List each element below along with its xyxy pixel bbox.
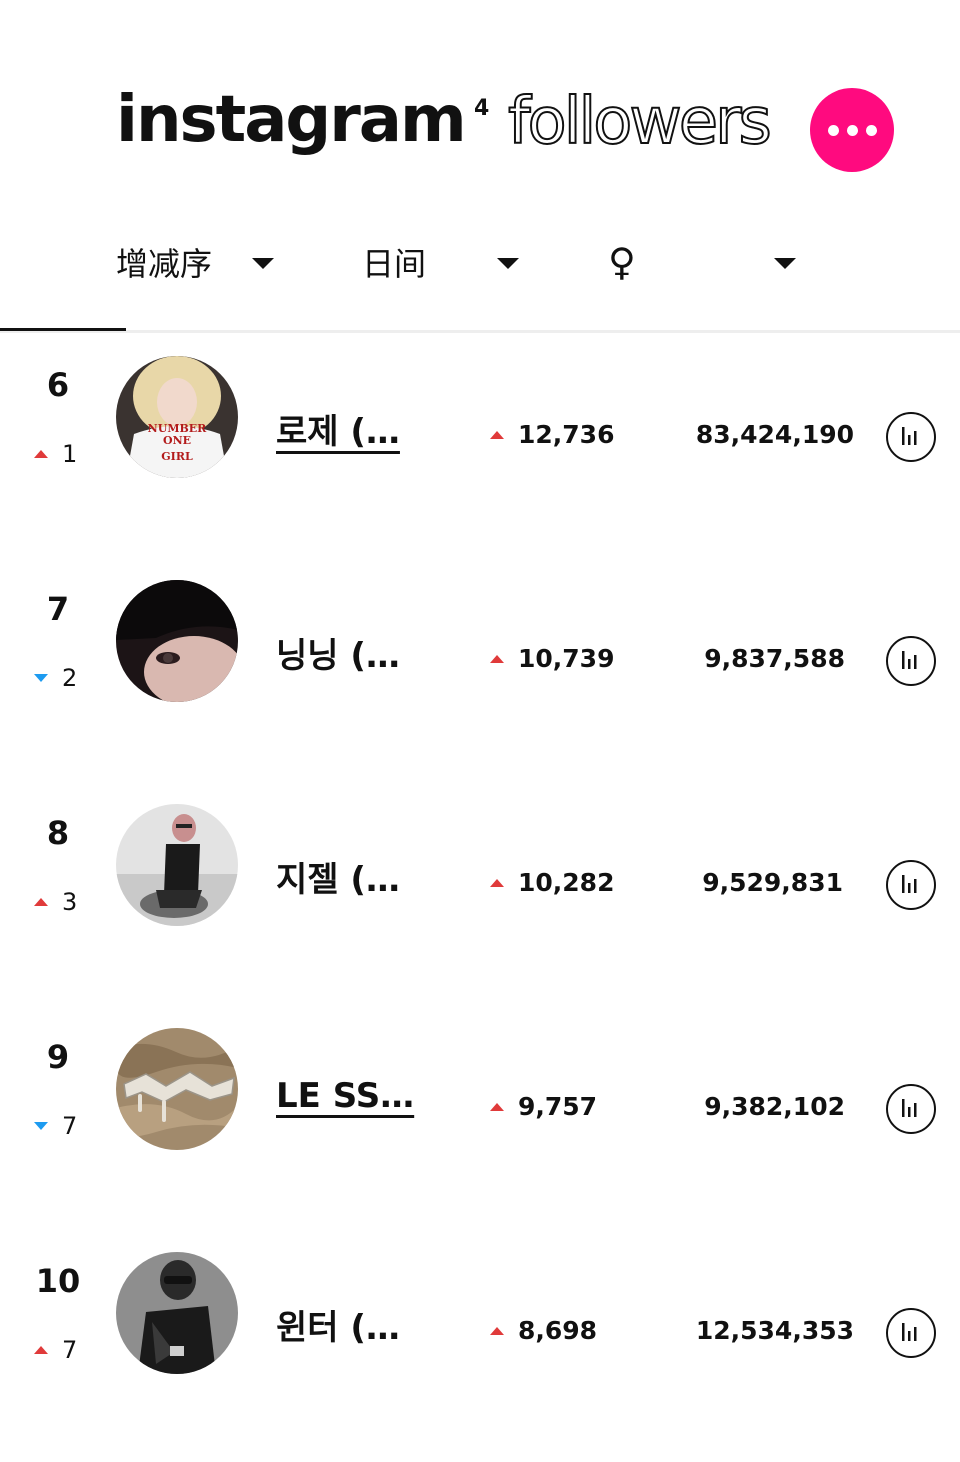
period-label: 日间 <box>362 245 427 283</box>
rank-down-icon <box>34 674 48 682</box>
rank-down-icon <box>34 1122 48 1130</box>
gain-up-icon <box>490 1102 504 1111</box>
chart-button[interactable] <box>886 860 936 910</box>
rank-number: 8 <box>46 814 70 852</box>
gain-value: 10,739 <box>518 644 615 673</box>
follower-gain: 10,739 <box>490 644 614 673</box>
more-options-button[interactable] <box>810 88 894 172</box>
brand-logo[interactable]: instagram <box>116 88 467 152</box>
follower-gain: 9,757 <box>490 1092 597 1121</box>
follower-total: 9,382,102 <box>704 1092 845 1121</box>
rank-up-icon <box>34 1346 48 1354</box>
more-dots-icon <box>865 124 877 136</box>
rank-number: 6 <box>46 366 70 404</box>
rank-change-value: 1 <box>62 440 78 468</box>
rank-change-value: 3 <box>62 888 78 916</box>
avatar[interactable] <box>116 804 238 926</box>
chart-button[interactable] <box>886 1308 936 1358</box>
chart-button[interactable] <box>886 412 936 462</box>
chart-button[interactable] <box>886 636 936 686</box>
ranking-row[interactable]: 9 7 LE SS… 9,757 9,382,102 <box>0 1028 960 1254</box>
gain-up-icon <box>490 878 504 887</box>
sort-order-label: 增减序 <box>116 245 213 283</box>
bar-chart-icon <box>902 427 917 445</box>
account-name-link[interactable]: LE SS… <box>276 1076 414 1116</box>
follower-total: 12,534,353 <box>695 1316 854 1345</box>
ranking-row[interactable]: 8 3 지젤 (… 10,282 9,529,831 <box>0 804 960 1030</box>
gender-filter[interactable]: ♀ <box>608 230 636 294</box>
ranking-row[interactable]: 7 2 닝닝 (… 10,739 9,837,588 <box>0 580 960 806</box>
brand-superscript: 4 <box>474 96 490 121</box>
active-tab-indicator <box>0 328 126 331</box>
sort-order-filter[interactable]: 增减序 <box>116 230 212 294</box>
follower-gain: 10,282 <box>490 868 614 897</box>
chevron-down-icon[interactable] <box>252 258 274 269</box>
avatar[interactable] <box>116 580 238 702</box>
rank-change: 7 <box>34 1112 88 1140</box>
header: instagram 4 followers <box>0 0 960 200</box>
account-name[interactable]: 윈터 (… <box>276 1300 400 1349</box>
follower-gain: 8,698 <box>490 1316 597 1345</box>
follower-gain: 12,736 <box>490 420 614 449</box>
rank-change-value: 7 <box>62 1336 78 1364</box>
rank-change: 1 <box>34 440 88 468</box>
follower-total: 83,424,190 <box>695 420 854 449</box>
shirt-text: ONE <box>163 434 191 447</box>
period-filter[interactable]: 日间 <box>362 230 426 294</box>
rank-number: 7 <box>46 590 70 628</box>
rank-up-icon <box>34 898 48 906</box>
filter-divider <box>0 330 960 333</box>
account-name[interactable]: 지젤 (… <box>276 852 400 901</box>
rank-change-value: 7 <box>62 1112 78 1140</box>
account-name[interactable]: 닝닝 (… <box>276 628 400 677</box>
avatar[interactable]: NUMBER ONE GIRL <box>116 356 238 478</box>
rank-number: 10 <box>35 1262 81 1300</box>
female-icon: ♀ <box>608 240 636 284</box>
rank-number: 9 <box>46 1038 70 1076</box>
avatar[interactable] <box>116 1252 238 1374</box>
gain-up-icon <box>490 430 504 439</box>
gain-up-icon <box>490 1326 504 1335</box>
rank-change-value: 2 <box>62 664 78 692</box>
chevron-down-icon[interactable] <box>774 258 796 269</box>
account-name-link[interactable]: 로제 (… <box>276 404 400 453</box>
rankings-page: instagram 4 followers 增减序 日间 ♀ 6 1 NUMBE… <box>0 0 960 1462</box>
follower-total: 9,837,588 <box>704 644 845 673</box>
bar-chart-icon <box>902 875 917 893</box>
filter-bar: 增减序 日间 ♀ <box>0 230 960 300</box>
rank-change: 7 <box>34 1336 88 1364</box>
more-dots-icon <box>827 124 839 136</box>
ranking-row[interactable]: 10 7 윈터 (… 8,698 12,534,353 <box>0 1252 960 1462</box>
rank-change: 3 <box>34 888 88 916</box>
rank-up-icon <box>34 450 48 458</box>
follower-total: 9,529,831 <box>702 868 843 897</box>
gain-value: 10,282 <box>518 868 615 897</box>
more-dots-icon <box>846 124 858 136</box>
avatar[interactable] <box>116 1028 238 1150</box>
chevron-down-icon[interactable] <box>497 258 519 269</box>
gain-value: 9,757 <box>518 1092 598 1121</box>
gain-up-icon <box>490 654 504 663</box>
bar-chart-icon <box>902 1099 917 1117</box>
gain-value: 12,736 <box>518 420 615 449</box>
chart-button[interactable] <box>886 1084 936 1134</box>
shirt-text: GIRL <box>161 450 193 463</box>
ranking-row[interactable]: 6 1 NUMBER ONE GIRL 로제 (… 12,736 83,424,… <box>0 356 960 582</box>
bar-chart-icon <box>902 651 917 669</box>
section-title: followers <box>507 85 773 159</box>
bar-chart-icon <box>902 1323 917 1341</box>
gain-value: 8,698 <box>518 1316 598 1345</box>
rank-change: 2 <box>34 664 88 692</box>
